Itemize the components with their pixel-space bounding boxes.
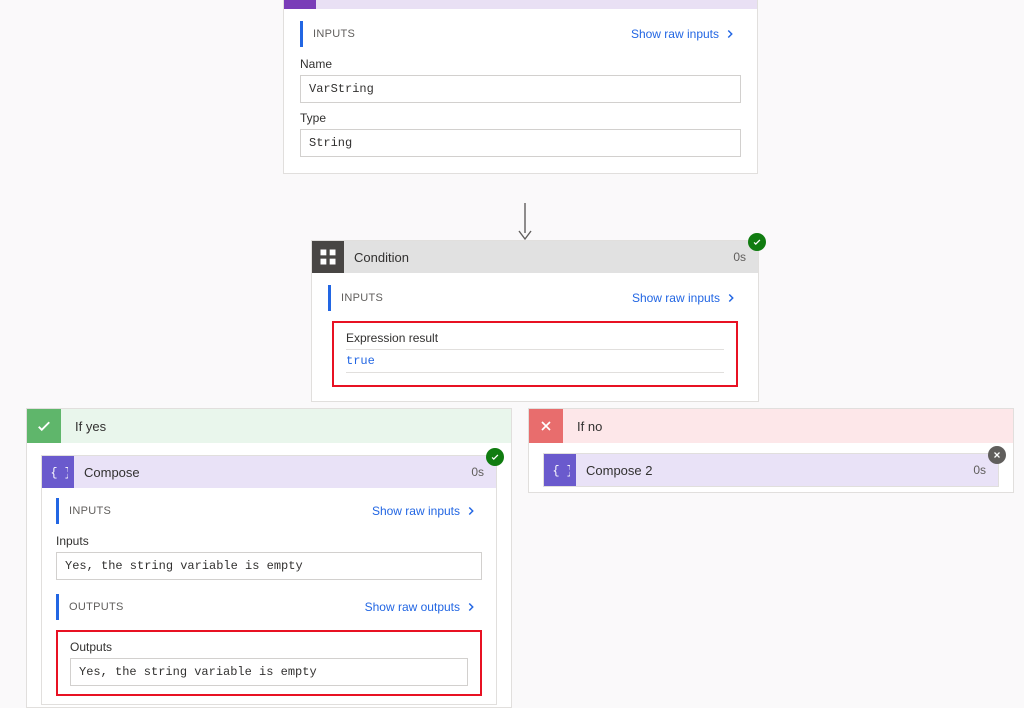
condition-body: INPUTS Show raw inputs Expression result…	[312, 273, 758, 401]
chevron-right-icon	[464, 504, 478, 518]
compose-header[interactable]: { } Compose 0s	[42, 456, 496, 488]
chevron-right-icon	[464, 600, 478, 614]
svg-text:{x}: {x}	[293, 0, 310, 1]
compose2-header[interactable]: { } Compose 2 0s	[544, 454, 998, 486]
condition-title: Condition	[344, 250, 721, 265]
condition-show-raw-link[interactable]: Show raw inputs	[632, 291, 738, 305]
expression-result-label: Expression result	[346, 331, 724, 345]
inputs-label: INPUTS	[313, 28, 355, 40]
compose2-card[interactable]: { } Compose 2 0s	[543, 453, 999, 487]
condition-inputs-label: INPUTS	[341, 292, 383, 304]
initialize-variable-title: Initialize variable	[316, 0, 720, 1]
compose-outputs-field-label: Outputs	[70, 640, 468, 654]
show-raw-inputs-link[interactable]: Show raw inputs	[631, 27, 737, 41]
compose-body: INPUTS Show raw inputs Inputs Yes, the s…	[42, 488, 496, 704]
name-label: Name	[300, 57, 741, 71]
initialize-variable-body: INPUTS Show raw inputs Name VarString Ty…	[284, 9, 757, 173]
cross-icon	[529, 409, 563, 443]
type-label: Type	[300, 111, 741, 125]
expression-result-highlight: Expression result true	[332, 321, 738, 387]
compose2-title: Compose 2	[576, 463, 961, 478]
initialize-variable-header[interactable]: {x} Initialize variable 0s	[284, 0, 757, 9]
if-no-header[interactable]: If no	[529, 409, 1013, 443]
condition-time: 0s	[721, 250, 758, 264]
check-icon	[27, 409, 61, 443]
compose-card[interactable]: { } Compose 0s INPUTS Show raw inputs In…	[41, 455, 497, 705]
variable-icon: {x}	[284, 0, 316, 9]
compose-icon: { }	[544, 454, 576, 486]
compose-inputs-label: INPUTS	[69, 505, 111, 517]
compose2-time: 0s	[961, 463, 998, 477]
initialize-variable-card[interactable]: {x} Initialize variable 0s INPUTS Show r…	[283, 0, 758, 174]
svg-text:{ }: { }	[51, 466, 69, 480]
chevron-right-icon	[723, 27, 737, 41]
condition-header[interactable]: Condition 0s	[312, 241, 758, 273]
compose-outputs-value: Yes, the string variable is empty	[70, 658, 468, 686]
condition-card[interactable]: Condition 0s INPUTS Show raw inputs Expr…	[311, 240, 759, 402]
expression-result-value: true	[346, 354, 724, 368]
status-skipped-icon	[988, 446, 1006, 464]
compose-outputs-highlight: Outputs Yes, the string variable is empt…	[56, 630, 482, 696]
condition-inputs-section: INPUTS Show raw inputs	[328, 285, 742, 311]
status-success-icon	[748, 233, 766, 251]
arrow-down-icon	[518, 203, 532, 241]
compose-show-raw-inputs-link[interactable]: Show raw inputs	[372, 504, 478, 518]
compose-outputs-label: OUTPUTS	[69, 601, 124, 613]
compose-inputs-field-label: Inputs	[56, 534, 482, 548]
inputs-section-header: INPUTS Show raw inputs	[300, 21, 741, 47]
chevron-right-icon	[724, 291, 738, 305]
if-no-branch: If no { } Compose 2 0s	[528, 408, 1014, 493]
if-yes-label: If yes	[61, 419, 106, 434]
type-value: String	[300, 129, 741, 157]
compose-title: Compose	[74, 465, 459, 480]
compose-show-raw-outputs-link[interactable]: Show raw outputs	[365, 600, 478, 614]
compose-time: 0s	[459, 465, 496, 479]
status-success-icon	[486, 448, 504, 466]
compose-inputs-section: INPUTS Show raw inputs	[56, 498, 482, 524]
condition-icon	[312, 241, 344, 273]
if-yes-branch: If yes { } Compose 0s INPUTS	[26, 408, 512, 708]
svg-text:{ }: { }	[553, 464, 571, 478]
compose-outputs-section: OUTPUTS Show raw outputs	[56, 594, 482, 620]
if-yes-header[interactable]: If yes	[27, 409, 511, 443]
name-value: VarString	[300, 75, 741, 103]
if-no-label: If no	[563, 419, 602, 434]
compose-inputs-value: Yes, the string variable is empty	[56, 552, 482, 580]
compose-icon: { }	[42, 456, 74, 488]
